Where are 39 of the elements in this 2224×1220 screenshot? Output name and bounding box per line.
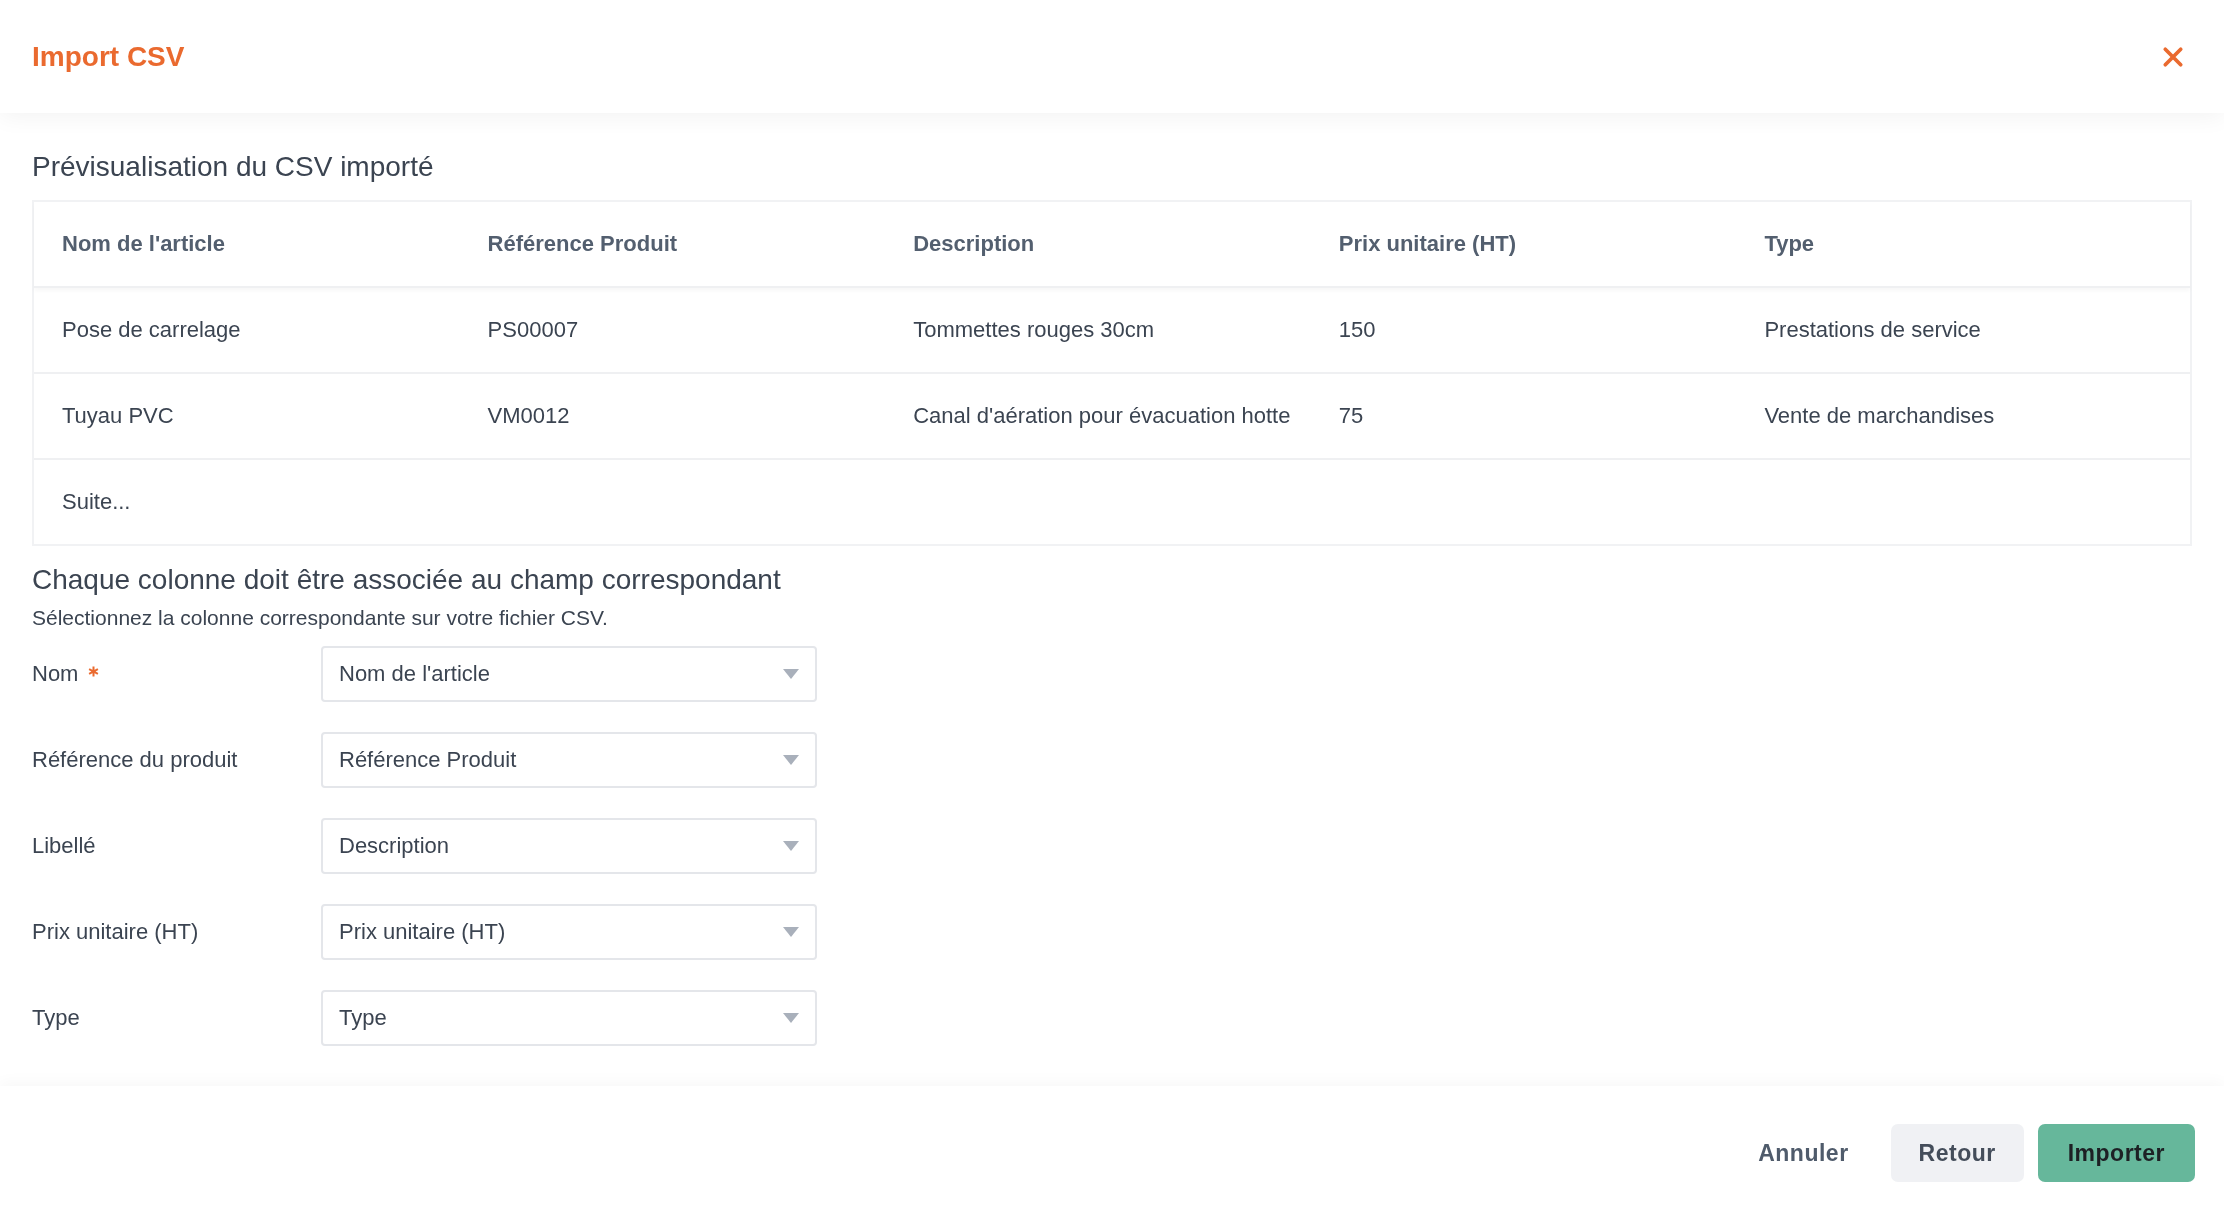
- column-select[interactable]: Référence Produit: [321, 732, 817, 788]
- table-cell-text: PS00007: [487, 317, 580, 343]
- back-button[interactable]: Retour: [1890, 1124, 2024, 1182]
- table-cell-text: VM0012: [487, 403, 571, 429]
- column-header: Prix unitaire (HT): [1338, 231, 1518, 257]
- column-select[interactable]: Type: [321, 990, 817, 1046]
- table-cell-text: Tuyau PVC: [62, 403, 175, 429]
- field-label: Type: [32, 1005, 80, 1031]
- caret-icon: [783, 927, 799, 937]
- hint-text: Sélectionnez la colonne correspondante sur votre fichier CSV.: [32, 606, 609, 630]
- field-label: Prix unitaire (HT): [32, 919, 199, 945]
- column-header: Description: [913, 231, 1036, 257]
- section-heading: Prévisualisation du CSV importé: [32, 151, 435, 183]
- more-rows-text: Suite...: [62, 489, 131, 515]
- table-cell-text: Vente de marchandises: [1764, 403, 1996, 429]
- table-cell-text: 150: [1338, 317, 1377, 343]
- column-select[interactable]: Prix unitaire (HT): [321, 904, 817, 960]
- column-header: Référence Produit: [487, 231, 679, 257]
- column-header: Type: [1764, 231, 1816, 257]
- field-label: Nom: [32, 661, 79, 687]
- caret-icon: [783, 669, 799, 679]
- import-button[interactable]: Importer: [2037, 1124, 2195, 1182]
- column-header: Nom de l'article: [62, 231, 226, 257]
- table-cell-text: Canal d'aération pour évacuation hotte: [913, 403, 1292, 429]
- table-cell-text: Prestations de service: [1764, 317, 1982, 343]
- close-icon[interactable]: [2162, 45, 2184, 68]
- field-label: Libellé: [32, 833, 96, 859]
- caret-icon: [783, 755, 799, 765]
- column-select[interactable]: Description: [321, 818, 817, 874]
- cancel-button[interactable]: Annuler: [1730, 1124, 1877, 1182]
- caret-icon: [783, 841, 799, 851]
- table-cell-text: Pose de carrelage: [62, 317, 242, 343]
- table-cell-text: Tommettes rouges 30cm: [913, 317, 1156, 343]
- section-heading: Chaque colonne doit être associée au champ correspondant: [32, 564, 782, 596]
- window-title: Import CSV: [32, 40, 185, 73]
- column-select[interactable]: Nom de l'article: [321, 646, 817, 702]
- table-cell-text: 75: [1338, 403, 1365, 429]
- caret-icon: [783, 1013, 799, 1023]
- field-label: Référence du produit: [32, 747, 238, 773]
